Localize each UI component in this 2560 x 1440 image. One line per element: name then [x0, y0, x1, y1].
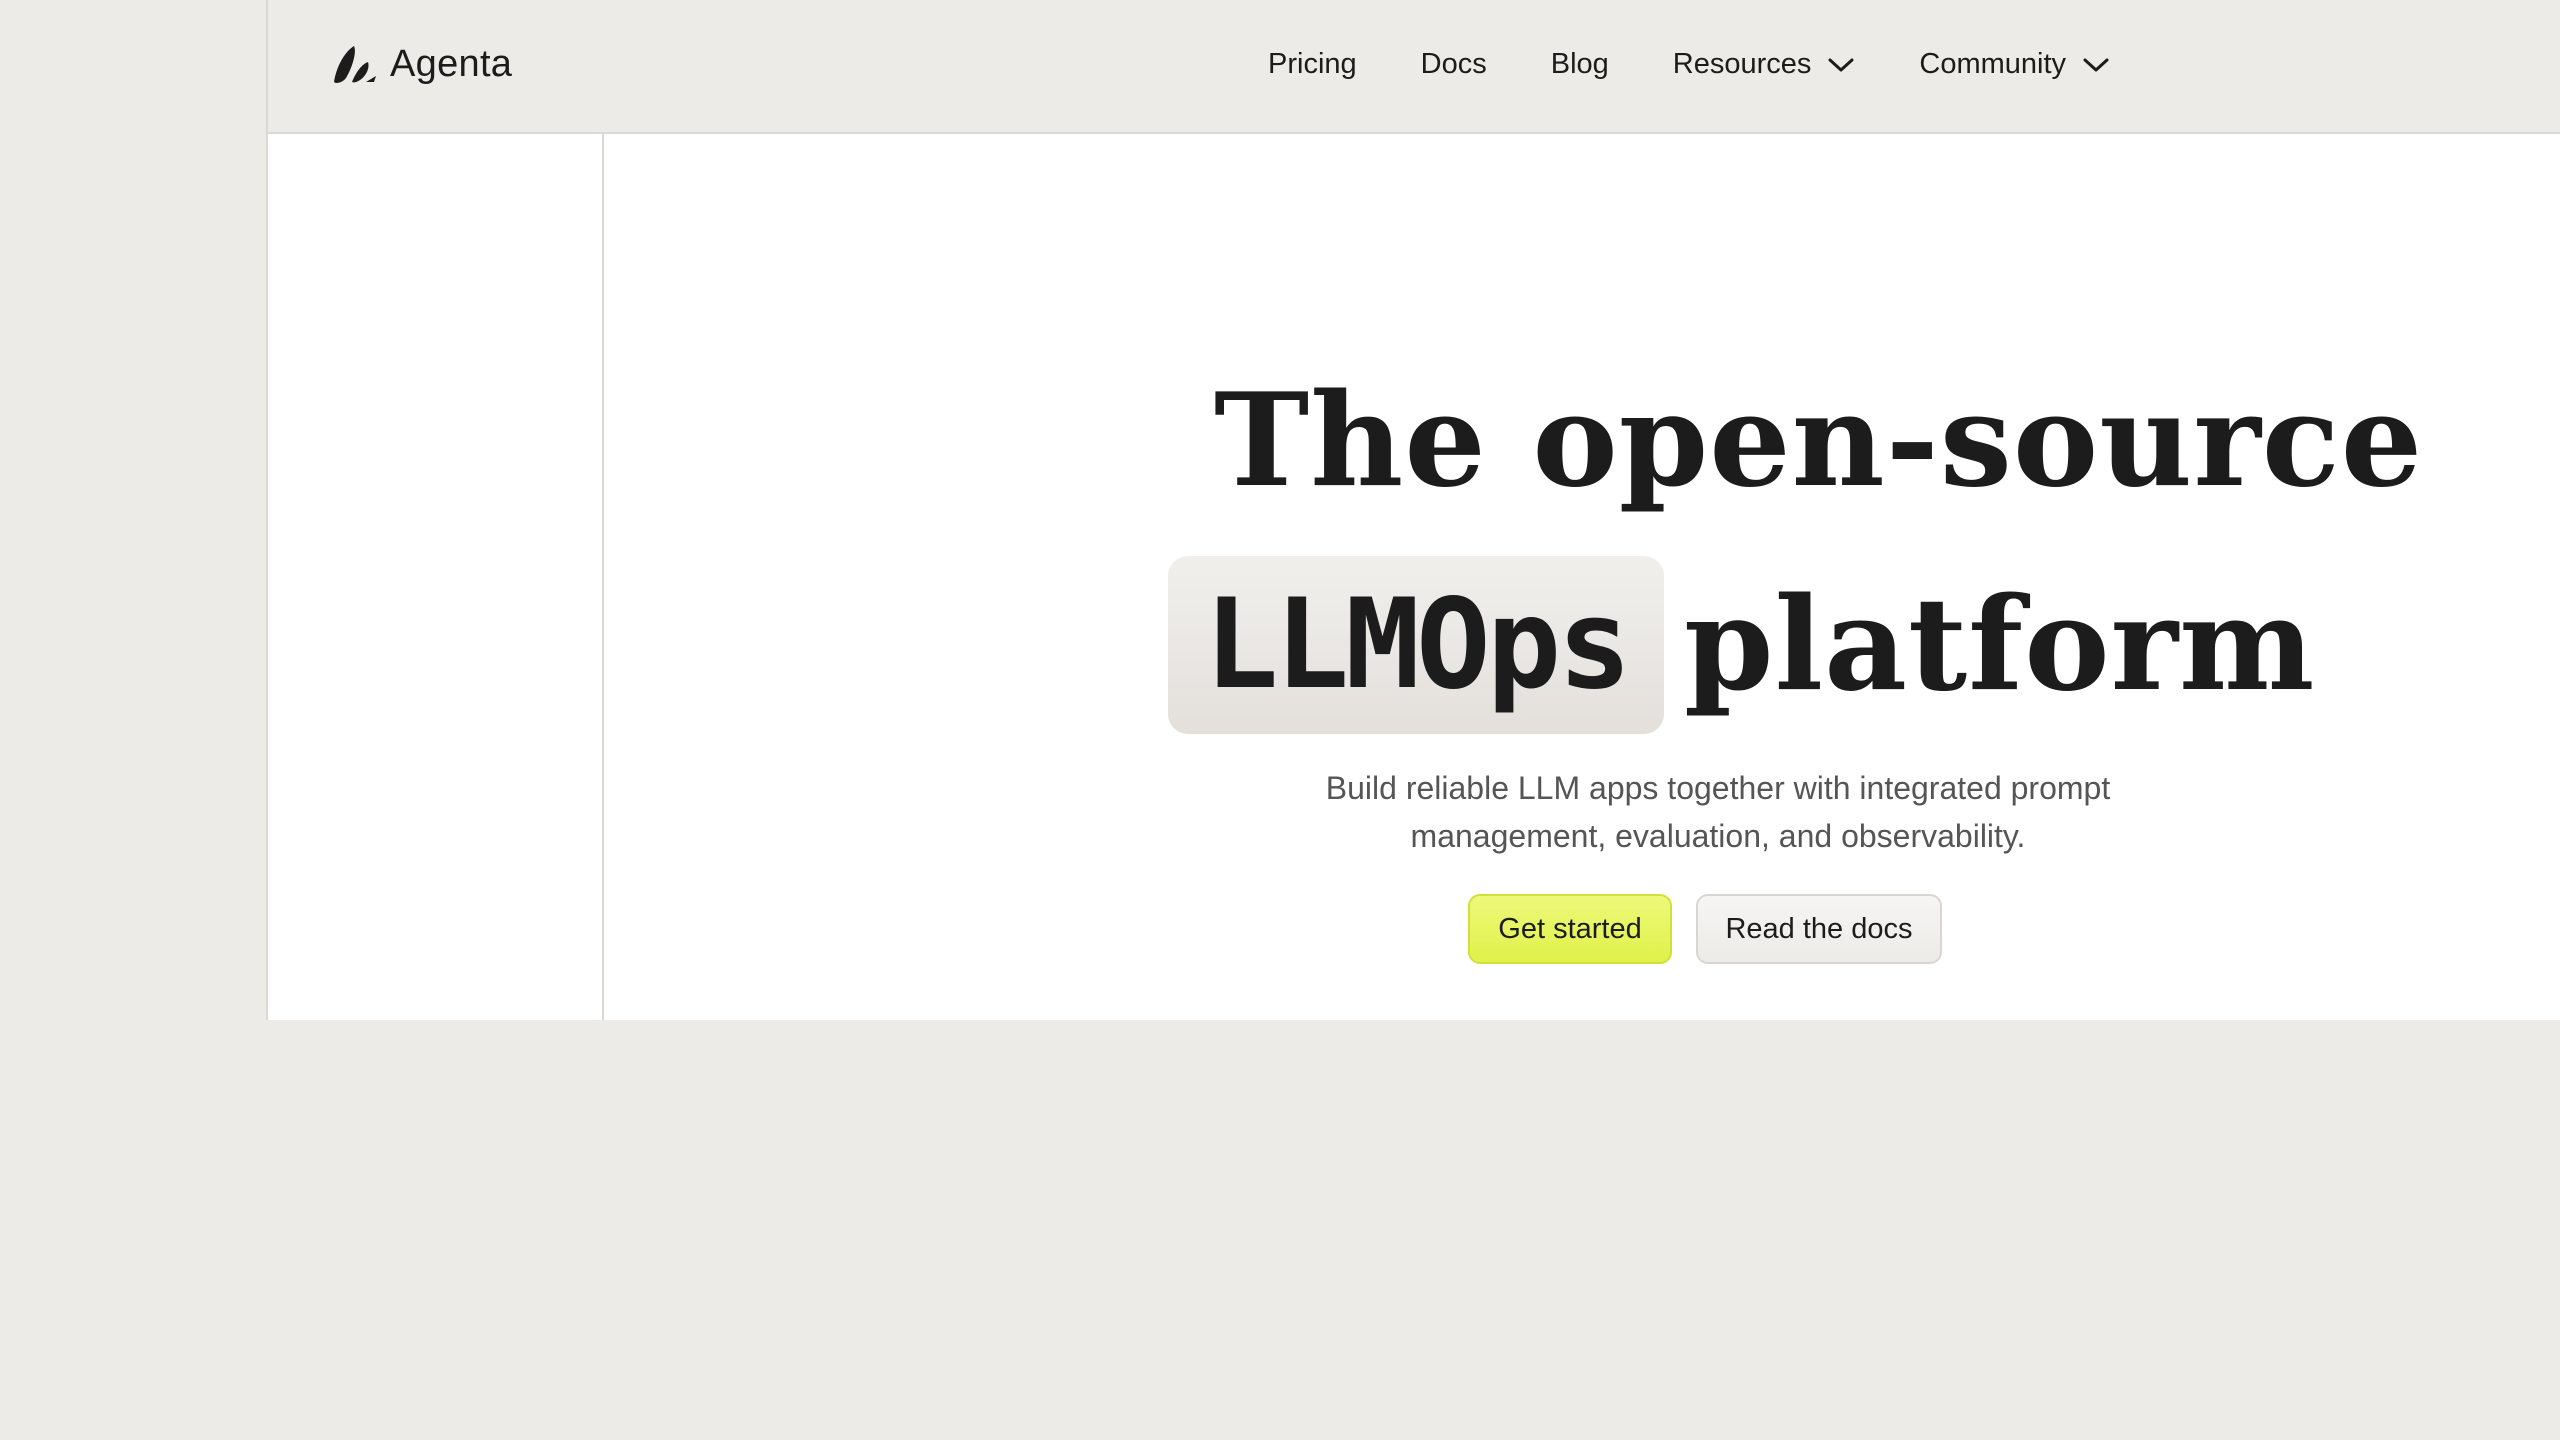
hero-title-highlight: LLMOps [1168, 556, 1664, 734]
nav-docs-label: Docs [1420, 48, 1487, 80]
site-frame: Agenta Pricing Docs Blog Resources Commu… [266, 0, 2560, 1020]
brand-name: Agenta [390, 42, 513, 85]
hero-title-line1: The open-source [1214, 366, 2424, 516]
brand-logo-link[interactable]: Agenta [330, 42, 512, 86]
hero-cta-group: Get started Read the docs [1468, 894, 1942, 964]
nav-resources-dropdown[interactable]: Resources [1673, 48, 1856, 81]
nav-pricing-link[interactable]: Pricing [1268, 48, 1357, 81]
hero-title-line2-rest: platform [1683, 570, 2316, 720]
read-docs-button[interactable]: Read the docs [1696, 894, 1942, 964]
nav-community-dropdown[interactable]: Community [1919, 48, 2110, 81]
hero-title-line2: LLMOps platform [1168, 556, 2315, 734]
chevron-down-icon [1828, 58, 1854, 71]
chevron-down-icon [2083, 58, 2109, 71]
hero-subtitle: Build reliable LLM apps together with in… [1325, 770, 2111, 854]
top-navigation-bar: Agenta Pricing Docs Blog Resources Commu… [266, 0, 2560, 134]
hero-section: The open-source LLMOps platform Build re… [266, 134, 2560, 1020]
grid-divider-line [602, 134, 604, 1020]
nav-community-label: Community [1919, 48, 2067, 80]
nav-resources-label: Resources [1672, 48, 1812, 80]
nav-docs-link[interactable]: Docs [1421, 48, 1487, 81]
nav-pricing-label: Pricing [1268, 48, 1357, 80]
get-started-button[interactable]: Get started [1468, 894, 1672, 964]
agenta-logo-icon [334, 46, 376, 83]
main-nav: Pricing Docs Blog Resources Community [1268, 48, 2110, 81]
nav-blog-link[interactable]: Blog [1551, 48, 1609, 81]
nav-blog-label: Blog [1550, 48, 1609, 80]
